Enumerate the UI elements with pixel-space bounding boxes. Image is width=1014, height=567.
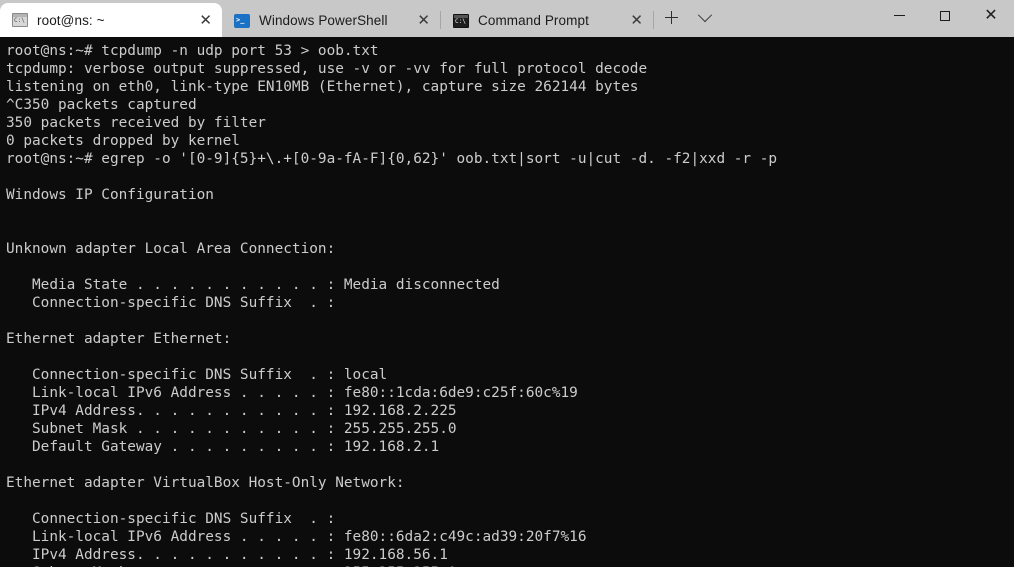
tab-root-ns[interactable]: root@ns: ~ ✕ <box>0 3 222 37</box>
terminal-line: Ethernet adapter Ethernet: <box>6 331 232 347</box>
terminal-line: Default Gateway . . . . . . . . . : 192.… <box>6 439 440 455</box>
maximize-button[interactable] <box>922 0 968 31</box>
terminal-window: root@ns: ~ ✕ Windows PowerShell ✕ Comman… <box>0 0 1014 567</box>
window-drag-region <box>722 0 876 37</box>
close-icon[interactable]: ✕ <box>612 13 647 28</box>
terminal-line: Windows IP Configuration <box>6 187 214 203</box>
tab-title: root@ns: ~ <box>37 12 105 28</box>
tab-title: Command Prompt <box>478 13 589 28</box>
terminal-line: root@ns:~# egrep -o '[0-9]{5}+\.+[0-9a-f… <box>6 151 778 167</box>
terminal-line: Connection-specific DNS Suffix . : <box>6 295 336 311</box>
terminal-line: Link-local IPv6 Address . . . . . : fe80… <box>6 385 578 401</box>
tab-dropdown-button[interactable] <box>688 4 722 32</box>
close-icon: ✕ <box>984 6 998 24</box>
terminal-output[interactable]: root@ns:~# tcpdump -n udp port 53 > oob.… <box>0 37 1014 567</box>
tab-windows-powershell[interactable]: Windows PowerShell ✕ <box>222 4 440 37</box>
console-dark-icon <box>453 13 469 28</box>
terminal-line: IPv4 Address. . . . . . . . . . . : 192.… <box>6 403 457 419</box>
terminal-line: IPv4 Address. . . . . . . . . . . : 192.… <box>6 547 448 563</box>
terminal-line: Ethernet adapter VirtualBox Host-Only Ne… <box>6 475 405 491</box>
window-controls: ✕ <box>876 0 1014 37</box>
tab-strip: root@ns: ~ ✕ Windows PowerShell ✕ Comman… <box>0 0 722 37</box>
minimize-button[interactable] <box>876 0 922 31</box>
terminal-line: root@ns:~# tcpdump -n udp port 53 > oob.… <box>6 43 379 59</box>
terminal-line: Connection-specific DNS Suffix . : local <box>6 367 388 383</box>
chevron-down-icon <box>697 7 713 22</box>
terminal-line: listening on eth0, link-type EN10MB (Eth… <box>6 79 639 95</box>
minimize-icon <box>893 14 905 17</box>
console-light-icon <box>12 13 28 27</box>
tab-command-prompt[interactable]: Command Prompt ✕ <box>441 4 653 37</box>
terminal-line: Link-local IPv6 Address . . . . . : fe80… <box>6 529 587 545</box>
terminal-line: ^C350 packets captured <box>6 97 197 113</box>
close-icon[interactable]: ✕ <box>399 13 434 28</box>
terminal-line: Media State . . . . . . . . . . . : Medi… <box>6 277 500 293</box>
maximize-icon <box>940 10 950 21</box>
tab-actions <box>654 0 722 37</box>
terminal-line: Unknown adapter Local Area Connection: <box>6 241 336 257</box>
terminal-line: Subnet Mask . . . . . . . . . . . : 255.… <box>6 421 457 437</box>
tab-title: Windows PowerShell <box>259 13 388 28</box>
powershell-icon <box>234 13 250 28</box>
plus-icon <box>664 11 678 24</box>
new-tab-button[interactable] <box>654 4 688 32</box>
title-bar: root@ns: ~ ✕ Windows PowerShell ✕ Comman… <box>0 0 1014 37</box>
terminal-line: tcpdump: verbose output suppressed, use … <box>6 61 648 77</box>
terminal-line: Connection-specific DNS Suffix . : <box>6 511 336 527</box>
close-window-button[interactable]: ✕ <box>968 0 1014 31</box>
terminal-line: 350 packets received by filter <box>6 115 266 131</box>
close-icon[interactable]: ✕ <box>181 13 216 28</box>
terminal-line: 0 packets dropped by kernel <box>6 133 240 149</box>
